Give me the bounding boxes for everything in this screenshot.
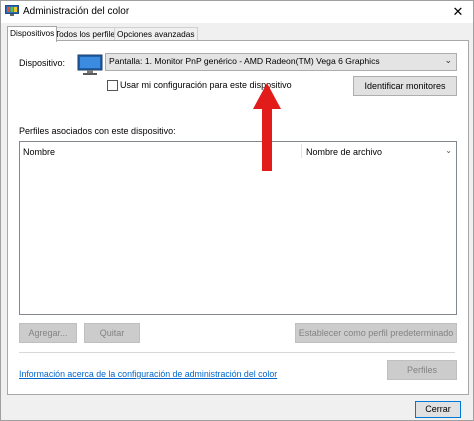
- identify-monitors-button[interactable]: Identificar monitores: [353, 76, 457, 96]
- window-close-button[interactable]: ✕: [445, 3, 471, 21]
- device-select-value: Pantalla: 1. Monitor PnP genérico - AMD …: [109, 56, 380, 66]
- monitor-icon: [77, 54, 103, 75]
- profiles-label: Perfiles asociados con este dispositivo:: [19, 126, 176, 136]
- tab-devices[interactable]: Dispositivos: [7, 26, 58, 42]
- add-button[interactable]: Agregar...: [19, 323, 77, 343]
- column-header-filename[interactable]: Nombre de archivo: [306, 147, 382, 157]
- chevron-down-icon: ⌄: [445, 146, 452, 155]
- close-button[interactable]: Cerrar: [415, 401, 461, 418]
- device-label: Dispositivo:: [19, 58, 66, 68]
- device-select[interactable]: Pantalla: 1. Monitor PnP genérico - AMD …: [105, 53, 457, 71]
- profiles-button[interactable]: Perfiles: [387, 360, 457, 380]
- use-my-settings-checkbox[interactable]: [107, 80, 118, 91]
- chevron-down-icon: ⌄: [444, 55, 452, 65]
- title-bar: Administración del color ✕: [1, 1, 473, 23]
- profiles-list[interactable]: Nombre Nombre de archivo ⌄: [19, 141, 457, 315]
- color-settings-info-link[interactable]: Información acerca de la configuración d…: [19, 369, 277, 379]
- column-separator: [301, 144, 302, 158]
- column-header-name[interactable]: Nombre: [23, 147, 55, 157]
- divider: [19, 352, 455, 353]
- remove-button[interactable]: Quitar: [84, 323, 140, 343]
- red-arrow: [253, 83, 281, 171]
- window-title: Administración del color: [23, 6, 130, 17]
- tab-advanced[interactable]: Opciones avanzadas: [114, 27, 198, 41]
- tab-all-profiles[interactable]: Todos los perfiles: [52, 27, 123, 41]
- color-management-window: Administración del color ✕ Dispositivos …: [0, 0, 474, 421]
- color-management-icon: [5, 5, 19, 16]
- set-default-profile-button[interactable]: Establecer como perfil predeterminado: [295, 323, 457, 343]
